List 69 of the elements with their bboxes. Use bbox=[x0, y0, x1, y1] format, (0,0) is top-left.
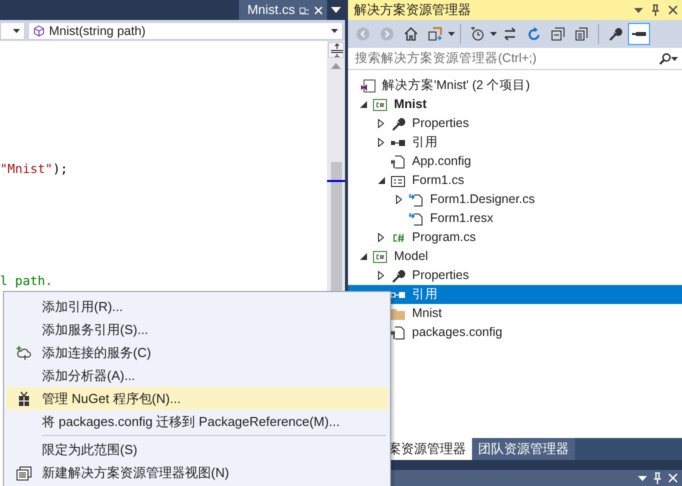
tree-item[interactable]: 引用 bbox=[348, 285, 682, 304]
tree-item[interactable]: Program.cs bbox=[348, 228, 682, 247]
tree-item[interactable]: Form1.resx bbox=[348, 209, 682, 228]
package-icon bbox=[16, 390, 32, 406]
menu-item[interactable]: 新建解决方案资源管理器视图(N) bbox=[6, 461, 388, 484]
type-dropdown[interactable] bbox=[0, 22, 25, 40]
wrench-icon bbox=[390, 268, 406, 284]
tree-item[interactable]: Properties bbox=[348, 114, 682, 133]
properties-icon bbox=[607, 26, 623, 42]
caret-icon bbox=[671, 56, 678, 60]
solution-icon bbox=[360, 78, 376, 94]
menu-item[interactable]: 添加连接的服务(C) bbox=[6, 341, 388, 364]
dropdown-icon[interactable] bbox=[638, 476, 647, 480]
menu-item[interactable]: 添加分析器(A)... bbox=[6, 364, 388, 387]
cube-icon bbox=[33, 25, 45, 37]
window-icon bbox=[16, 464, 32, 480]
wrench-icon bbox=[390, 116, 406, 132]
forward-icon bbox=[379, 26, 395, 42]
switch-views-icon bbox=[427, 26, 443, 42]
config-file-icon bbox=[390, 154, 406, 170]
collapsed-arrow-icon[interactable] bbox=[378, 233, 384, 242]
member-dropdown[interactable]: Mnist(string path) bbox=[28, 22, 343, 40]
collapsed-arrow-icon[interactable] bbox=[396, 195, 402, 204]
search-field[interactable]: 搜索解决方案资源管理器(Ctrl+;) bbox=[348, 48, 682, 70]
panel-tab[interactable]: 团队资源管理器 bbox=[472, 438, 575, 460]
collapse-icon bbox=[550, 26, 566, 42]
close-icon[interactable] bbox=[668, 5, 678, 15]
home-icon bbox=[403, 26, 419, 42]
expanded-arrow-icon[interactable] bbox=[360, 101, 366, 108]
expanded-arrow-icon[interactable] bbox=[360, 253, 366, 260]
collapsed-arrow-icon[interactable] bbox=[378, 119, 384, 128]
search-icon bbox=[659, 52, 671, 64]
collapsed-arrow-icon[interactable] bbox=[378, 138, 384, 147]
config-file-icon bbox=[390, 324, 406, 340]
caret-position-marker bbox=[327, 180, 345, 182]
tree-item[interactable]: Properties bbox=[348, 266, 682, 285]
show-all-icon bbox=[574, 26, 590, 42]
tree-item[interactable]: 解决方案'Mnist' (2 个项目) bbox=[348, 76, 682, 95]
file-icon bbox=[408, 192, 424, 208]
tree-item[interactable]: Form1.Designer.cs bbox=[348, 190, 682, 209]
expanded-arrow-icon[interactable] bbox=[378, 177, 384, 184]
tree-item[interactable]: Form1.cs bbox=[348, 171, 682, 190]
csharp-project-icon bbox=[372, 96, 388, 112]
caret-icon bbox=[490, 32, 497, 36]
tree-item[interactable]: 引用 bbox=[348, 133, 682, 152]
caret-icon bbox=[13, 29, 20, 33]
code-line: l path. bbox=[0, 272, 54, 290]
sync-icon bbox=[502, 26, 518, 42]
dropdown-icon[interactable] bbox=[634, 8, 643, 12]
back-icon bbox=[355, 26, 371, 42]
preview-icon bbox=[632, 32, 646, 36]
tree-item[interactable]: App.config bbox=[348, 152, 682, 171]
refresh-icon bbox=[526, 26, 542, 42]
cloud-plus-icon bbox=[16, 344, 32, 360]
collapsed-arrow-icon[interactable] bbox=[378, 271, 384, 280]
menu-item[interactable]: 将 packages.config 迁移到 PackageReference(M)... bbox=[6, 410, 388, 433]
preview-button[interactable] bbox=[628, 23, 650, 45]
dropdown-icon[interactable] bbox=[331, 7, 341, 13]
caret-icon bbox=[331, 29, 338, 33]
caret-icon bbox=[448, 32, 455, 36]
panel-title: 解决方案资源管理器 bbox=[354, 1, 472, 20]
split-icon[interactable] bbox=[328, 42, 344, 58]
csharp-project-icon bbox=[372, 248, 388, 264]
code-line: "Mnist"); bbox=[0, 160, 69, 178]
menu-item[interactable]: 管理 NuGet 程序包(N)... bbox=[6, 387, 388, 410]
pending-changes-icon bbox=[469, 26, 485, 42]
tree-item[interactable]: Mnist bbox=[348, 95, 682, 114]
file-icon bbox=[408, 210, 424, 226]
tree-item[interactable]: Model bbox=[348, 247, 682, 266]
